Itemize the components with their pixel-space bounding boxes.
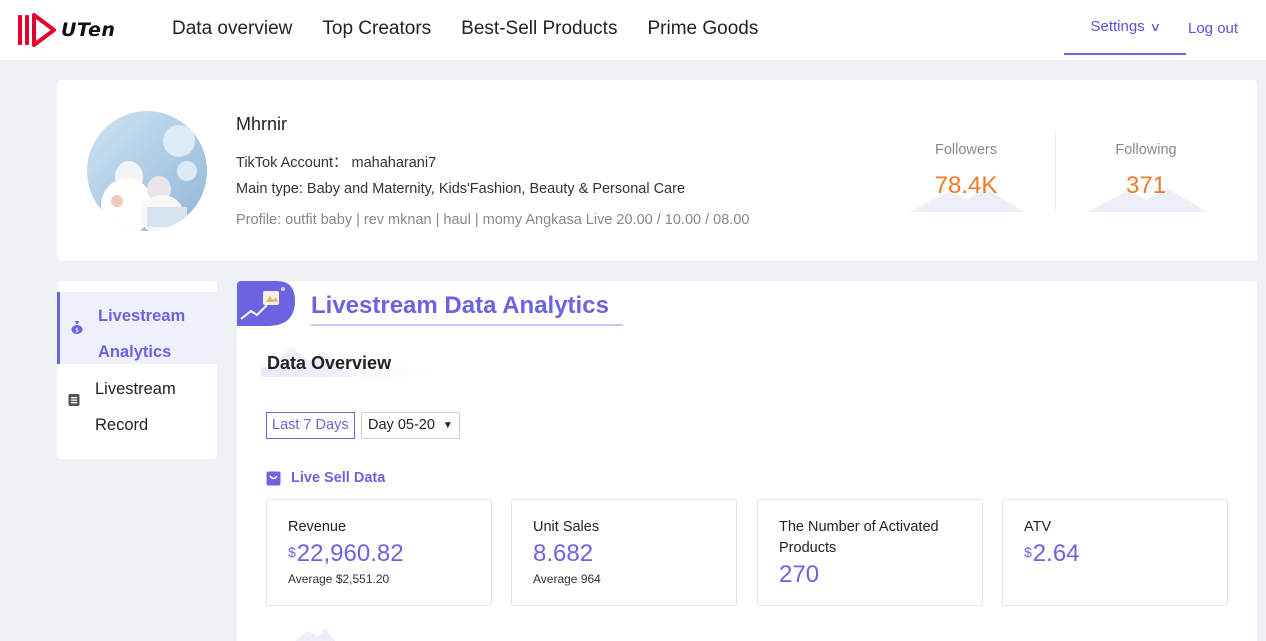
sidebar-item-label: Livestream Analytics xyxy=(98,307,186,361)
day-select-value: Day 05-20 xyxy=(368,417,435,433)
metric-label: Unit Sales xyxy=(533,519,600,535)
metric-card-unit-sales: Unit Sales 8.682 Average 964 xyxy=(511,499,737,606)
nav-top-creators[interactable]: Top Creators xyxy=(322,18,431,40)
currency-symbol: $ xyxy=(1024,544,1032,560)
avatar xyxy=(87,111,207,231)
metric-number: 8.682 xyxy=(533,540,594,567)
logout-link[interactable]: Log out xyxy=(1188,20,1238,37)
metric-label: ATV xyxy=(1024,519,1052,535)
main-nav: Data overview Top Creators Best-Sell Pro… xyxy=(172,0,788,58)
followers-value: 78.4K xyxy=(934,172,998,199)
data-overview-title: Data Overview xyxy=(267,353,392,373)
uten-logo-icon xyxy=(18,13,56,47)
metric-card-activated-products: The Number of Activated Products 270 xyxy=(757,499,983,606)
followers-label: Followers xyxy=(934,142,998,158)
page-title: Livestream Data Analytics xyxy=(311,292,609,319)
creator-name: Mhrnir xyxy=(236,114,288,134)
analytics-badge-icon xyxy=(237,281,295,326)
title-underline xyxy=(311,324,623,326)
nav-data-overview[interactable]: Data overview xyxy=(172,18,292,40)
metric-label: The Number of Activated Products xyxy=(779,519,939,556)
chevron-down-icon: ∨ xyxy=(1149,19,1161,34)
sidebar-item-livestream-record[interactable]: Livestream Record xyxy=(57,365,217,437)
mountain-decor-icon xyxy=(295,629,335,641)
metric-label: Revenue xyxy=(288,519,347,535)
uten-logo[interactable]: UTen xyxy=(18,12,115,48)
livestream-analytics-panel: Livestream Data Analytics Data Overview … xyxy=(237,281,1257,641)
metric-average: Average $2,551.20 xyxy=(288,572,390,586)
caret-down-icon: ▼ xyxy=(442,420,453,431)
shopping-bag-icon xyxy=(266,471,281,485)
sidebar-item-livestream-analytics[interactable]: $ Livestream Analytics xyxy=(57,292,217,364)
top-header: UTen Data overview Top Creators Best-Sel… xyxy=(0,0,1266,60)
settings-menu[interactable]: Settings ∨ xyxy=(1064,0,1186,55)
stat-divider xyxy=(1055,130,1056,212)
following-value: 371 xyxy=(1125,172,1167,199)
day-select[interactable]: Day 05-20 ▼ xyxy=(361,412,460,439)
profile-bio: Profile: outfit baby | rev mknan | haul … xyxy=(236,212,750,228)
sidebar-item-label: Livestream Record xyxy=(95,380,176,434)
nav-prime-goods[interactable]: Prime Goods xyxy=(647,18,758,40)
metric-card-atv: ATV $2.64 xyxy=(1002,499,1228,606)
currency-symbol: $ xyxy=(288,544,296,560)
metric-number: 2.64 xyxy=(1032,540,1080,567)
moneybag-icon: $ xyxy=(71,321,83,334)
section-title: Live Sell Data xyxy=(291,470,386,486)
metric-value: 8.682 xyxy=(533,540,593,568)
last-7-days-button[interactable]: Last 7 Days xyxy=(266,412,355,439)
brand-name: UTen xyxy=(61,19,116,41)
metric-number: 270 xyxy=(779,561,820,588)
settings-label: Settings xyxy=(1090,18,1145,35)
live-sell-data-header: Live Sell Data xyxy=(266,470,385,486)
creator-profile-card: Mhrnir TikTok Account： mahaharani7 Main … xyxy=(57,80,1257,261)
metric-number: 22,960.82 xyxy=(296,540,404,567)
metric-value: 270 xyxy=(779,561,819,589)
metric-card-revenue: Revenue $22,960.82 Average $2,551.20 xyxy=(266,499,492,606)
main-type: Main type: Baby and Maternity, Kids'Fash… xyxy=(236,181,686,197)
record-list-icon xyxy=(68,394,80,406)
followers-stat: Followers 78.4K xyxy=(891,142,1041,200)
metric-value: $2.64 xyxy=(1024,540,1080,568)
nav-best-sell-products[interactable]: Best-Sell Products xyxy=(461,18,617,40)
tiktok-account: TikTok Account： mahaharani7 xyxy=(236,155,437,171)
svg-text:$: $ xyxy=(75,327,79,334)
following-stat: Following 371 xyxy=(1071,142,1221,200)
sidebar: $ Livestream Analytics Livestream Record xyxy=(57,281,217,459)
metric-average: Average 964 xyxy=(533,572,601,586)
metric-value: $22,960.82 xyxy=(288,540,404,568)
following-label: Following xyxy=(1115,142,1177,158)
